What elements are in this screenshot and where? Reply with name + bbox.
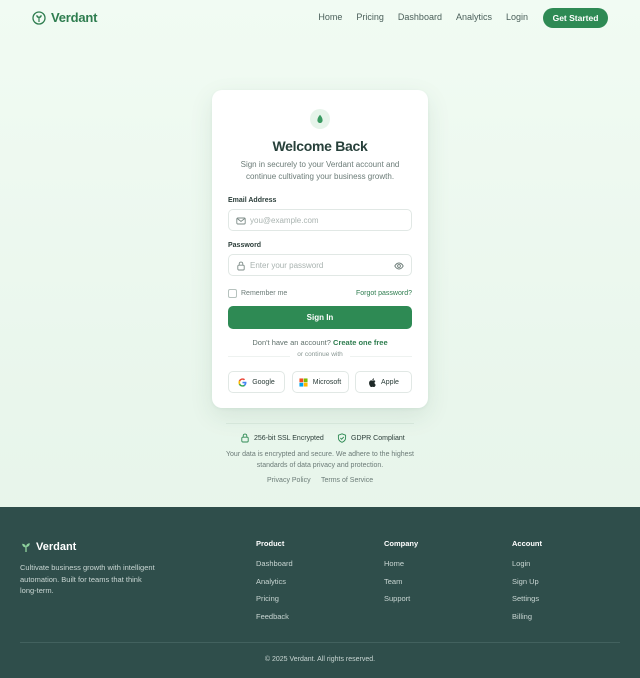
- microsoft-label: Microsoft: [312, 378, 342, 386]
- page-subtitle: Sign in securely to your Verdant account…: [240, 160, 400, 181]
- google-icon: [238, 377, 247, 387]
- google-label: Google: [252, 378, 275, 386]
- footer-brand[interactable]: Verdant: [20, 541, 76, 553]
- apple-label: Apple: [381, 378, 399, 386]
- sprout-circle-icon: [32, 10, 46, 25]
- footer-link-dashboard[interactable]: Dashboard: [256, 559, 293, 568]
- leaf-badge: [310, 109, 330, 129]
- sprout-icon: [22, 543, 30, 552]
- ssl-badge: 256-bit SSL Encrypted: [240, 433, 324, 443]
- ssl-label: 256-bit SSL Encrypted: [254, 434, 324, 442]
- microsoft-icon: [299, 377, 308, 387]
- mail-icon: [236, 217, 246, 225]
- footer-divider: [20, 642, 620, 643]
- gdpr-badge: GDPR Compliant: [337, 433, 405, 443]
- login-card: Welcome Back Sign in securely to your Ve…: [212, 90, 428, 408]
- footer-link-settings[interactable]: Settings: [512, 594, 539, 603]
- footer-link-analytics[interactable]: Analytics: [256, 577, 286, 586]
- remember-me[interactable]: Remember me: [228, 289, 287, 298]
- password-field[interactable]: [228, 254, 412, 276]
- leaf-icon: [317, 114, 323, 123]
- remember-me-checkbox[interactable]: [228, 289, 237, 298]
- footer-link-team[interactable]: Team: [384, 577, 402, 586]
- footer-link-feedback[interactable]: Feedback: [256, 612, 289, 621]
- footer-heading-account: Account: [512, 539, 542, 548]
- sign-in-button[interactable]: Sign In: [228, 306, 412, 329]
- get-started-button[interactable]: Get Started: [543, 8, 608, 28]
- shield-check-icon: [337, 433, 347, 443]
- signup-prompt: Don't have an account? Create one free: [212, 338, 428, 347]
- trust-divider: [226, 423, 414, 424]
- brand-name: Verdant: [51, 10, 98, 25]
- no-account-text: Don't have an account?: [252, 338, 331, 347]
- brand-logo[interactable]: Verdant: [32, 10, 97, 25]
- password-label: Password: [228, 242, 262, 249]
- apple-signin-button[interactable]: Apple: [355, 371, 412, 393]
- security-notice: Your data is encrypted and secure. We ad…: [226, 451, 414, 469]
- google-signin-button[interactable]: Google: [228, 371, 285, 393]
- footer-brand-name: Verdant: [36, 541, 77, 553]
- privacy-policy-link[interactable]: Privacy Policy: [267, 477, 311, 484]
- footer-link-home[interactable]: Home: [384, 559, 404, 568]
- create-account-link[interactable]: Create one free: [333, 338, 388, 347]
- lock-icon: [237, 261, 245, 271]
- top-navbar: Verdant Home Pricing Dashboard Analytics…: [0, 0, 640, 36]
- forgot-password-link[interactable]: Forgot password?: [356, 290, 412, 297]
- email-label: Email Address: [228, 197, 277, 204]
- nav-link-home[interactable]: Home: [318, 12, 342, 22]
- terms-of-service-link[interactable]: Terms of Service: [321, 477, 373, 484]
- apple-icon: [369, 377, 376, 387]
- password-input[interactable]: [250, 260, 390, 271]
- footer-heading-product: Product: [256, 539, 285, 548]
- show-password-eye-icon[interactable]: [394, 261, 404, 271]
- footer-link-support[interactable]: Support: [384, 594, 410, 603]
- nav-link-pricing[interactable]: Pricing: [356, 12, 384, 22]
- footer-heading-company: Company: [384, 539, 419, 548]
- copyright: © 2025 Verdant. All rights reserved.: [264, 656, 376, 663]
- nav-link-analytics[interactable]: Analytics: [456, 12, 492, 22]
- footer-link-sign-up[interactable]: Sign Up: [512, 577, 539, 586]
- email-input[interactable]: [250, 215, 390, 226]
- footer-link-login[interactable]: Login: [512, 559, 530, 568]
- email-field[interactable]: [228, 209, 412, 231]
- nav-link-dashboard[interactable]: Dashboard: [398, 12, 442, 22]
- lock-icon: [241, 433, 249, 443]
- footer-description: Cultivate business growth with intellige…: [20, 563, 155, 595]
- or-continue-text: or continue with: [290, 351, 350, 358]
- footer-link-billing[interactable]: Billing: [512, 612, 532, 621]
- page-title: Welcome Back: [272, 138, 368, 154]
- nav-link-login[interactable]: Login: [506, 12, 528, 22]
- footer: Verdant Cultivate business growth with i…: [0, 507, 640, 678]
- remember-me-label: Remember me: [241, 290, 288, 297]
- footer-link-pricing[interactable]: Pricing: [256, 594, 279, 603]
- gdpr-label: GDPR Compliant: [351, 434, 405, 442]
- nav-links: Home Pricing Dashboard Analytics Login: [318, 12, 528, 22]
- microsoft-signin-button[interactable]: Microsoft: [291, 371, 349, 393]
